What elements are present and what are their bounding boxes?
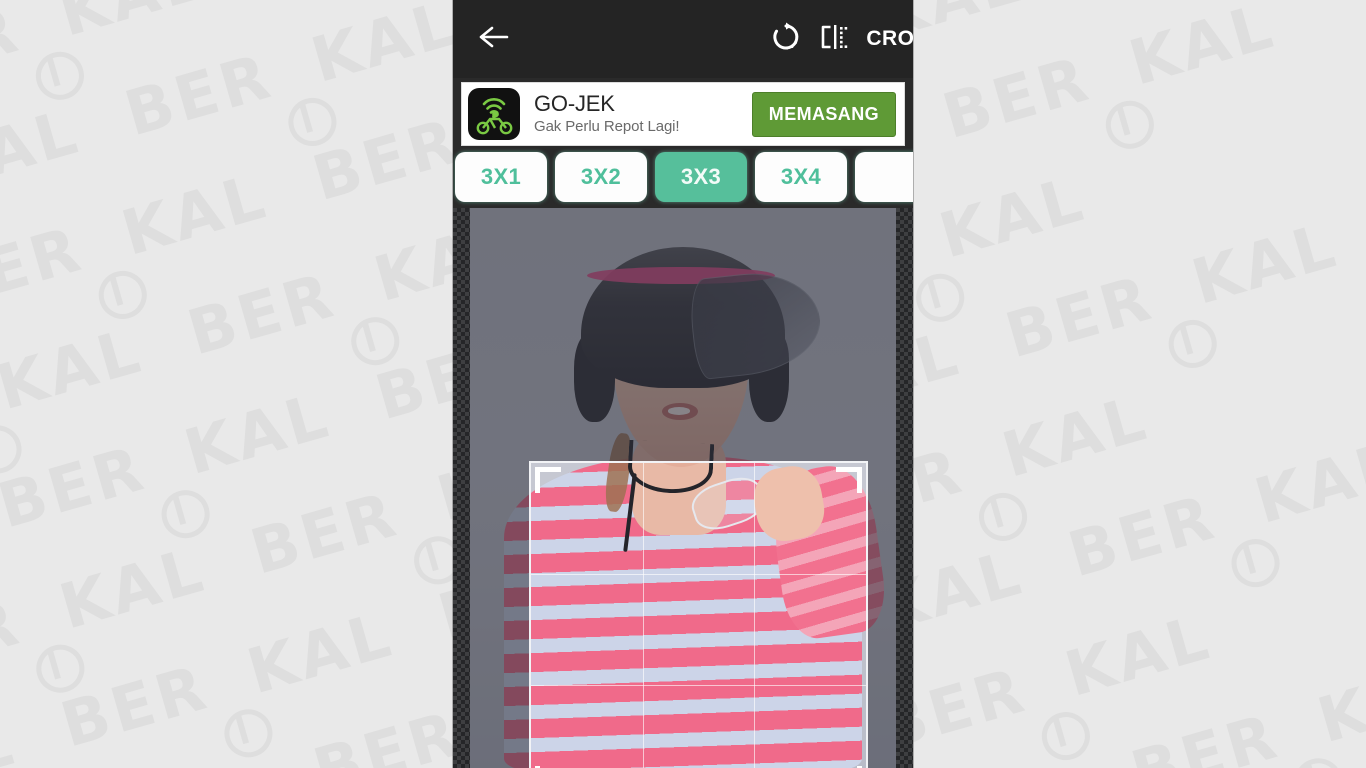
crop-grid-line-h2 [531, 684, 866, 686]
rotate-button[interactable] [762, 15, 810, 63]
watermark-o-icon [1157, 304, 1200, 316]
ratio-tab-3x3[interactable]: 3X3 [655, 152, 747, 202]
watermark-o-icon [402, 521, 445, 533]
workspace-edge-right [896, 208, 913, 768]
watermark-o-icon [1283, 743, 1326, 755]
ad-banner[interactable]: GO-JEK Gak Perlu Repot Lagi! MEMASANG [461, 82, 905, 146]
watermark-o-icon [150, 475, 193, 487]
ratio-tab-3x4[interactable]: 3X4 [755, 152, 847, 202]
crop-handle-top-right[interactable] [836, 467, 862, 493]
crop-dim-left [470, 461, 529, 768]
gojek-app-icon [468, 88, 520, 140]
ratio-tab-label: 3X1 [480, 164, 522, 189]
crop-frame[interactable] [529, 461, 868, 768]
back-button[interactable] [471, 16, 517, 62]
watermark-o-icon [0, 410, 5, 422]
crop-action-button[interactable]: CROP [866, 27, 913, 51]
ad-subtitle: Gak Perlu Repot Lagi! [534, 117, 680, 135]
ratio-tab-3x1[interactable]: 3X1 [455, 152, 547, 202]
crop-grid-line-v2 [754, 463, 756, 768]
ratio-tab-label: 3X3 [680, 164, 722, 189]
watermark-o-icon [213, 694, 256, 706]
phone-screen: CROP [453, 0, 913, 768]
crop-grid-line-h1 [531, 573, 866, 575]
ad-title: GO-JEK [534, 90, 615, 116]
aspect-ratio-tabs[interactable]: 3X1 3X2 3X3 3X4 [453, 146, 913, 208]
workspace-edge-left [453, 208, 470, 768]
crop-grid-line-v1 [642, 463, 644, 768]
crop-handle-top-left[interactable] [535, 467, 561, 493]
watermark-o-icon [968, 477, 1011, 489]
crop-workspace[interactable] [453, 208, 913, 768]
ad-install-button[interactable]: MEMASANG [751, 91, 896, 137]
app-bar: CROP [453, 0, 913, 78]
rotate-right-icon [771, 22, 801, 57]
flip-horizontal-icon [819, 22, 849, 57]
watermark-o-icon [339, 302, 382, 314]
watermark-o-icon [25, 629, 68, 641]
watermark-o-icon [277, 83, 320, 95]
ratio-tab-3x2[interactable]: 3X2 [555, 152, 647, 202]
flip-button[interactable] [810, 15, 858, 63]
crop-dim-right [868, 461, 896, 768]
page-root: BER KAL BER KAL BER KAL BER KAL BER KAL BER KA… [0, 0, 1366, 768]
watermark-o-icon [1220, 524, 1263, 536]
crop-dim-top [470, 208, 896, 461]
watermark-o-icon [24, 36, 67, 48]
source-photo[interactable] [470, 208, 896, 768]
watermark-o-icon [1030, 697, 1073, 709]
watermark-o-icon [87, 255, 130, 267]
ad-text-block: GO-JEK Gak Perlu Repot Lagi! [520, 90, 752, 137]
ratio-tab-label: 3X2 [580, 164, 622, 189]
watermark-o-icon [1094, 85, 1137, 97]
ratio-tab-next-partial[interactable] [855, 152, 913, 202]
arrow-left-icon [479, 25, 509, 54]
ratio-tab-label: 3X4 [780, 164, 822, 189]
